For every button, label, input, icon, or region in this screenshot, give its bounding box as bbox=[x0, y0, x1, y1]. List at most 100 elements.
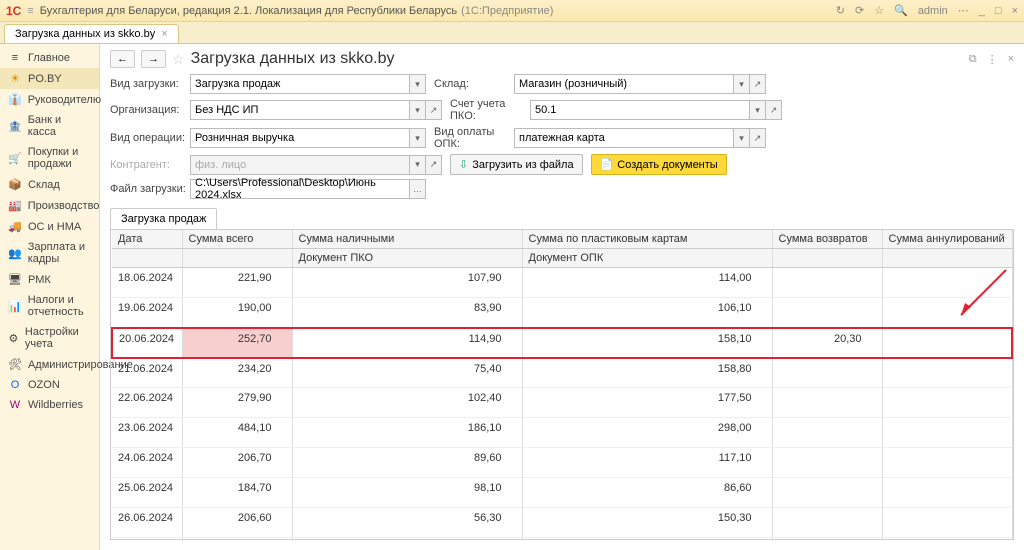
sidebar-item-0[interactable]: ≡Главное bbox=[0, 48, 99, 68]
col-returns[interactable]: Сумма возвратов bbox=[772, 230, 882, 249]
sidebar-item-5[interactable]: 📦Склад bbox=[0, 174, 99, 195]
tab-skko[interactable]: Загрузка данных из skko.by × bbox=[4, 24, 179, 43]
col-cancel[interactable]: Сумма аннулирований bbox=[882, 230, 1012, 249]
table-row[interactable]: 25.06.2024184,7098,1086,60 bbox=[112, 478, 1012, 508]
cell: 19.06.2024 bbox=[112, 298, 182, 328]
dropdown-icon[interactable]: ▾ bbox=[410, 74, 426, 94]
menu-icon[interactable]: ≡ bbox=[27, 5, 33, 17]
open-icon: ↗ bbox=[426, 155, 442, 175]
sidebar-item-8[interactable]: 👥Зарплата и кадры bbox=[0, 237, 99, 269]
cell: 26.06.2024 bbox=[112, 508, 182, 538]
table-row[interactable]: 19.06.2024190,0083,90106,10 bbox=[112, 298, 1012, 328]
dropdown-icon[interactable]: ▾ bbox=[410, 100, 426, 120]
more-icon[interactable]: ⋮ bbox=[987, 53, 998, 66]
dropdown-icon[interactable]: ▾ bbox=[750, 100, 766, 120]
col-total[interactable]: Сумма всего bbox=[182, 230, 292, 249]
cell bbox=[882, 268, 1012, 298]
minimize-icon[interactable]: _ bbox=[979, 5, 985, 17]
table-row[interactable]: 18.06.2024221,90107,90114,00 bbox=[112, 268, 1012, 298]
dropdown-icon[interactable]: ▾ bbox=[734, 128, 750, 148]
nav-forward-button[interactable]: → bbox=[141, 50, 166, 68]
tab-zagruzka-prodazh[interactable]: Загрузка продаж bbox=[110, 208, 217, 230]
cell bbox=[882, 358, 1012, 388]
create-documents-button[interactable]: 📄Создать документы bbox=[591, 154, 727, 175]
col-doc-opk[interactable]: Документ ОПК bbox=[522, 249, 772, 268]
col-date[interactable]: Дата bbox=[112, 230, 182, 249]
history-icon[interactable]: ⟳ bbox=[855, 4, 864, 17]
app-logo: 1С bbox=[6, 4, 21, 18]
tab-close-icon[interactable]: × bbox=[161, 28, 167, 40]
cell bbox=[772, 388, 882, 418]
cell: 23.06.2024 bbox=[112, 418, 182, 448]
sidebar-item-9[interactable]: 🖥РМК bbox=[0, 269, 99, 290]
input-opk[interactable]: платежная карта bbox=[514, 128, 734, 148]
sidebar-item-6[interactable]: 🏭Производство bbox=[0, 195, 99, 216]
table-row[interactable]: 22.06.2024279,90102,40177,50 bbox=[112, 388, 1012, 418]
load-from-file-button[interactable]: ⇩Загрузить из файла bbox=[450, 154, 583, 175]
data-grid[interactable]: Дата Сумма всего Сумма наличными Сумма п… bbox=[110, 229, 1014, 540]
sidebar-item-10[interactable]: 📊Налоги и отчетность bbox=[0, 290, 99, 322]
sidebar-label: Банк и касса bbox=[28, 114, 91, 138]
detach-icon[interactable]: ⧉ bbox=[969, 53, 977, 66]
maximize-icon[interactable]: □ bbox=[995, 5, 1002, 17]
sidebar-icon: 🛠 bbox=[8, 358, 22, 371]
input-vid-zagr[interactable]: Загрузка продаж bbox=[190, 74, 410, 94]
cell: 116,00 bbox=[522, 538, 772, 541]
cell: 75,40 bbox=[292, 358, 522, 388]
input-pko[interactable]: 50.1 bbox=[530, 100, 750, 120]
cell: 206,70 bbox=[182, 448, 292, 478]
cell: 158,80 bbox=[522, 358, 772, 388]
open-icon[interactable]: ↗ bbox=[766, 100, 782, 120]
options-icon[interactable]: ⋯ bbox=[958, 4, 969, 17]
sidebar-item-3[interactable]: 🏦Банк и касса bbox=[0, 110, 99, 142]
cell: 22.06.2024 bbox=[112, 388, 182, 418]
browse-icon[interactable]: … bbox=[410, 179, 426, 199]
col-cash[interactable]: Сумма наличными bbox=[292, 230, 522, 249]
col-doc-pko[interactable]: Документ ПКО bbox=[292, 249, 522, 268]
input-org[interactable]: Без НДС ИП bbox=[190, 100, 410, 120]
sidebar-item-13[interactable]: OOZON bbox=[0, 375, 99, 395]
table-row[interactable]: 24.06.2024206,7089,60117,10 bbox=[112, 448, 1012, 478]
cell: 150,30 bbox=[522, 508, 772, 538]
table-row[interactable]: 27.06.2024211,6095,60116,00 bbox=[112, 538, 1012, 541]
input-file[interactable]: C:\Users\Professional\Desktop\Июнь 2024.… bbox=[190, 179, 410, 199]
cell: 211,60 bbox=[182, 538, 292, 541]
cell bbox=[772, 418, 882, 448]
table-row[interactable]: 23.06.2024484,10186,10298,00 bbox=[112, 418, 1012, 448]
input-sklad[interactable]: Магазин (розничный) bbox=[514, 74, 734, 94]
open-icon[interactable]: ↗ bbox=[750, 74, 766, 94]
dropdown-icon[interactable]: ▾ bbox=[410, 128, 426, 148]
close-icon[interactable]: × bbox=[1012, 5, 1018, 17]
cell: 21.06.2024 bbox=[112, 358, 182, 388]
sidebar-item-4[interactable]: 🛒Покупки и продажи bbox=[0, 142, 99, 174]
cell: 186,10 bbox=[292, 418, 522, 448]
favorite-icon[interactable]: ☆ bbox=[874, 4, 884, 17]
open-icon[interactable]: ↗ bbox=[750, 128, 766, 148]
label-vid-zagr: Вид загрузки: bbox=[110, 78, 190, 90]
table-row[interactable]: 21.06.2024234,2075,40158,80 bbox=[112, 358, 1012, 388]
col-card[interactable]: Сумма по пластиковым картам bbox=[522, 230, 772, 249]
cell bbox=[882, 418, 1012, 448]
sidebar-item-14[interactable]: WWildberries bbox=[0, 395, 99, 415]
search-icon[interactable]: 🔍 bbox=[894, 4, 908, 17]
download-icon: ⇩ bbox=[459, 158, 468, 171]
label-kontr: Контрагент: bbox=[110, 159, 190, 171]
input-vid-op[interactable]: Розничная выручка bbox=[190, 128, 410, 148]
star-icon[interactable]: ☆ bbox=[172, 51, 185, 68]
sidebar-item-12[interactable]: 🛠Администрирование bbox=[0, 354, 99, 375]
sidebar-label: Склад bbox=[28, 179, 60, 191]
table-row[interactable]: 26.06.2024206,6056,30150,30 bbox=[112, 508, 1012, 538]
app-subtitle: (1С:Предприятие) bbox=[461, 5, 553, 17]
button-label: Создать документы bbox=[617, 159, 717, 171]
dropdown-icon[interactable]: ▾ bbox=[734, 74, 750, 94]
sidebar-item-11[interactable]: ⚙Настройки учета bbox=[0, 322, 99, 354]
table-row[interactable]: 20.06.2024252,70114,90158,1020,30 bbox=[112, 328, 1012, 358]
close-page-icon[interactable]: × bbox=[1008, 53, 1014, 66]
nav-back-button[interactable]: ← bbox=[110, 50, 135, 68]
refresh-icon[interactable]: ↻ bbox=[836, 4, 845, 17]
sidebar-item-7[interactable]: 🚚ОС и НМА bbox=[0, 216, 99, 237]
sidebar-item-2[interactable]: 👔Руководителю bbox=[0, 89, 99, 110]
cell: 86,60 bbox=[522, 478, 772, 508]
open-icon[interactable]: ↗ bbox=[426, 100, 442, 120]
sidebar-item-1[interactable]: ☀PO.BY bbox=[0, 68, 99, 89]
